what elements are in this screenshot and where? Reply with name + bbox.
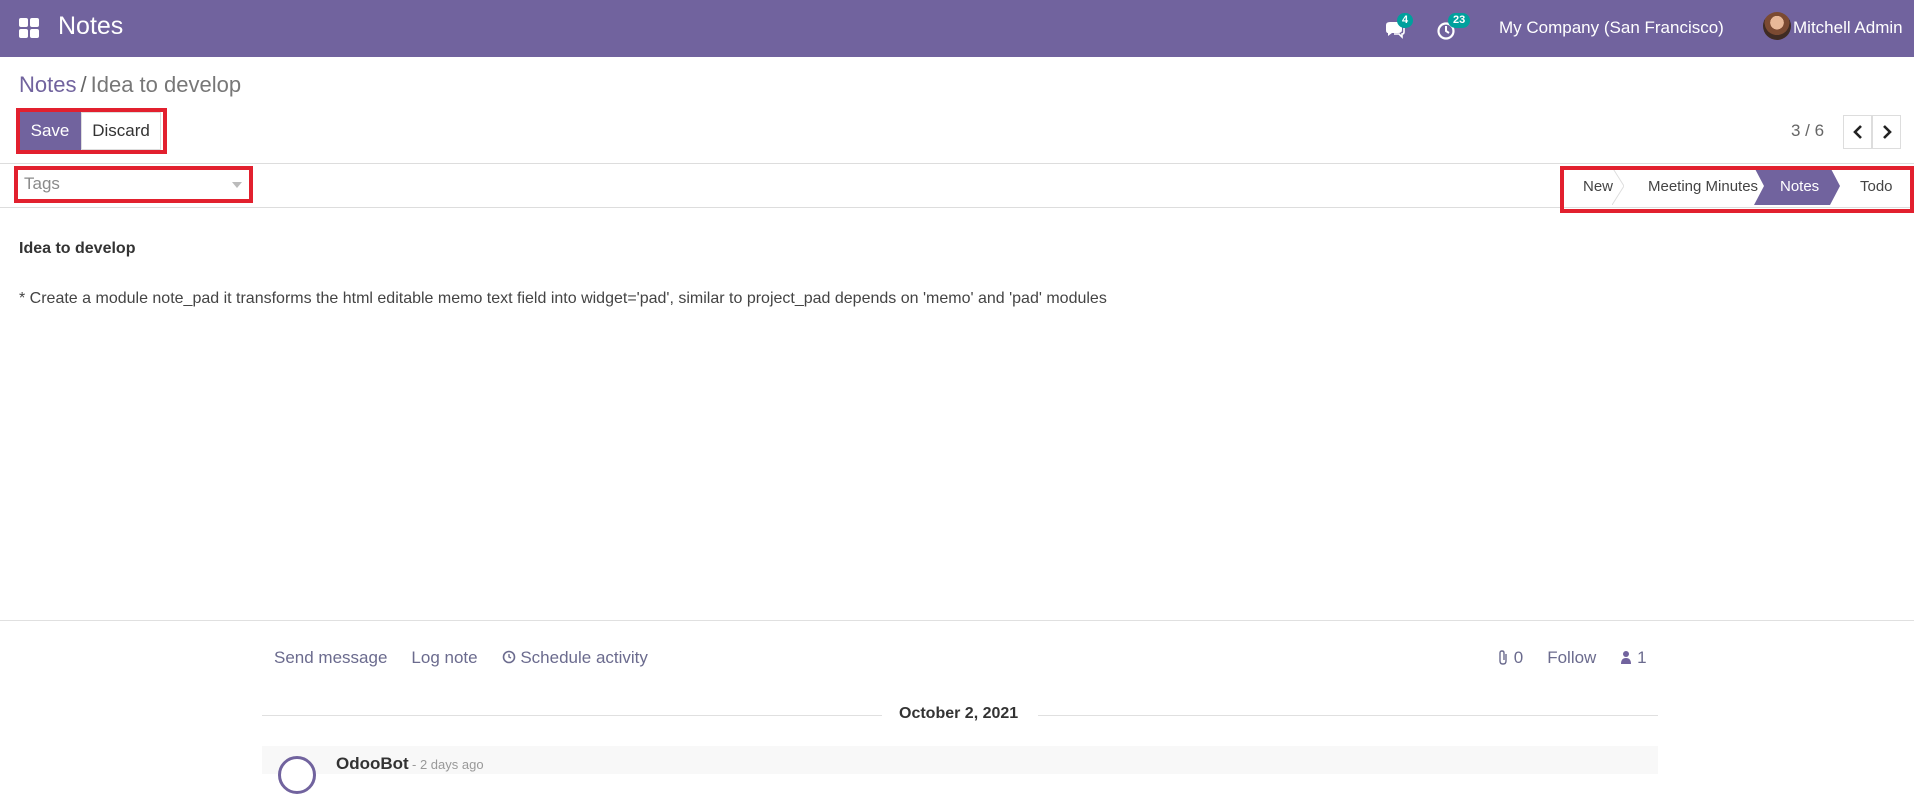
note-body[interactable]: * Create a module note_pad it transforms…: [19, 290, 1107, 308]
apps-menu-icon[interactable]: [19, 18, 39, 38]
followers-button[interactable]: 1: [1620, 648, 1647, 668]
activity-clock-icon[interactable]: 23: [1431, 13, 1471, 46]
attachments-button[interactable]: 0: [1497, 648, 1523, 668]
activity-badge: 23: [1448, 13, 1471, 28]
breadcrumb-parent[interactable]: Notes: [19, 72, 76, 97]
pager-next-button[interactable]: [1872, 115, 1901, 149]
date-separator: October 2, 2021: [262, 705, 1658, 725]
paperclip-icon: [1499, 650, 1507, 665]
clock-icon: [502, 650, 515, 664]
odoobot-avatar[interactable]: [278, 756, 316, 794]
send-message-button[interactable]: Send message: [274, 648, 387, 668]
log-note-button[interactable]: Log note: [411, 648, 477, 668]
follow-button[interactable]: Follow: [1547, 648, 1596, 668]
user-menu[interactable]: Mitchell Admin: [1793, 18, 1903, 38]
chatter-message: OdooBot - 2 days ago: [262, 746, 1658, 794]
highlight-stages: [1560, 166, 1914, 213]
schedule-activity-label: Schedule activity: [520, 648, 648, 667]
followers-count: 1: [1637, 648, 1647, 667]
app-title[interactable]: Notes: [58, 12, 123, 41]
breadcrumb: Notes / Idea to develop: [19, 72, 241, 98]
chatter-actions: Send message Log note Schedule activity: [274, 648, 648, 668]
breadcrumb-current: Idea to develop: [90, 72, 242, 97]
chatter-topbar-right: 0 Follow 1: [1497, 648, 1647, 668]
note-title[interactable]: Idea to develop: [19, 240, 135, 258]
message-time: - 2 days ago: [412, 757, 484, 772]
pager-value[interactable]: 3 / 6: [1791, 121, 1824, 141]
top-navbar: Notes 4 23 My Company (San Francisco) Mi…: [0, 0, 1914, 57]
user-icon: [1621, 651, 1632, 664]
attachments-count: 0: [1513, 648, 1524, 667]
pager-buttons: [1843, 115, 1901, 149]
chat-badge: 4: [1397, 13, 1414, 28]
schedule-activity-button[interactable]: Schedule activity: [502, 648, 648, 668]
breadcrumb-separator: /: [80, 72, 87, 97]
discuss-icon[interactable]: 4: [1380, 13, 1414, 46]
date-label: October 2, 2021: [899, 705, 1019, 722]
highlight-tags: [14, 166, 253, 203]
company-switcher[interactable]: My Company (San Francisco): [1499, 18, 1724, 38]
message-author[interactable]: OdooBot: [336, 754, 409, 774]
pager-previous-button[interactable]: [1843, 115, 1872, 149]
user-avatar[interactable]: [1763, 12, 1791, 40]
highlight-buttons: [16, 108, 167, 154]
